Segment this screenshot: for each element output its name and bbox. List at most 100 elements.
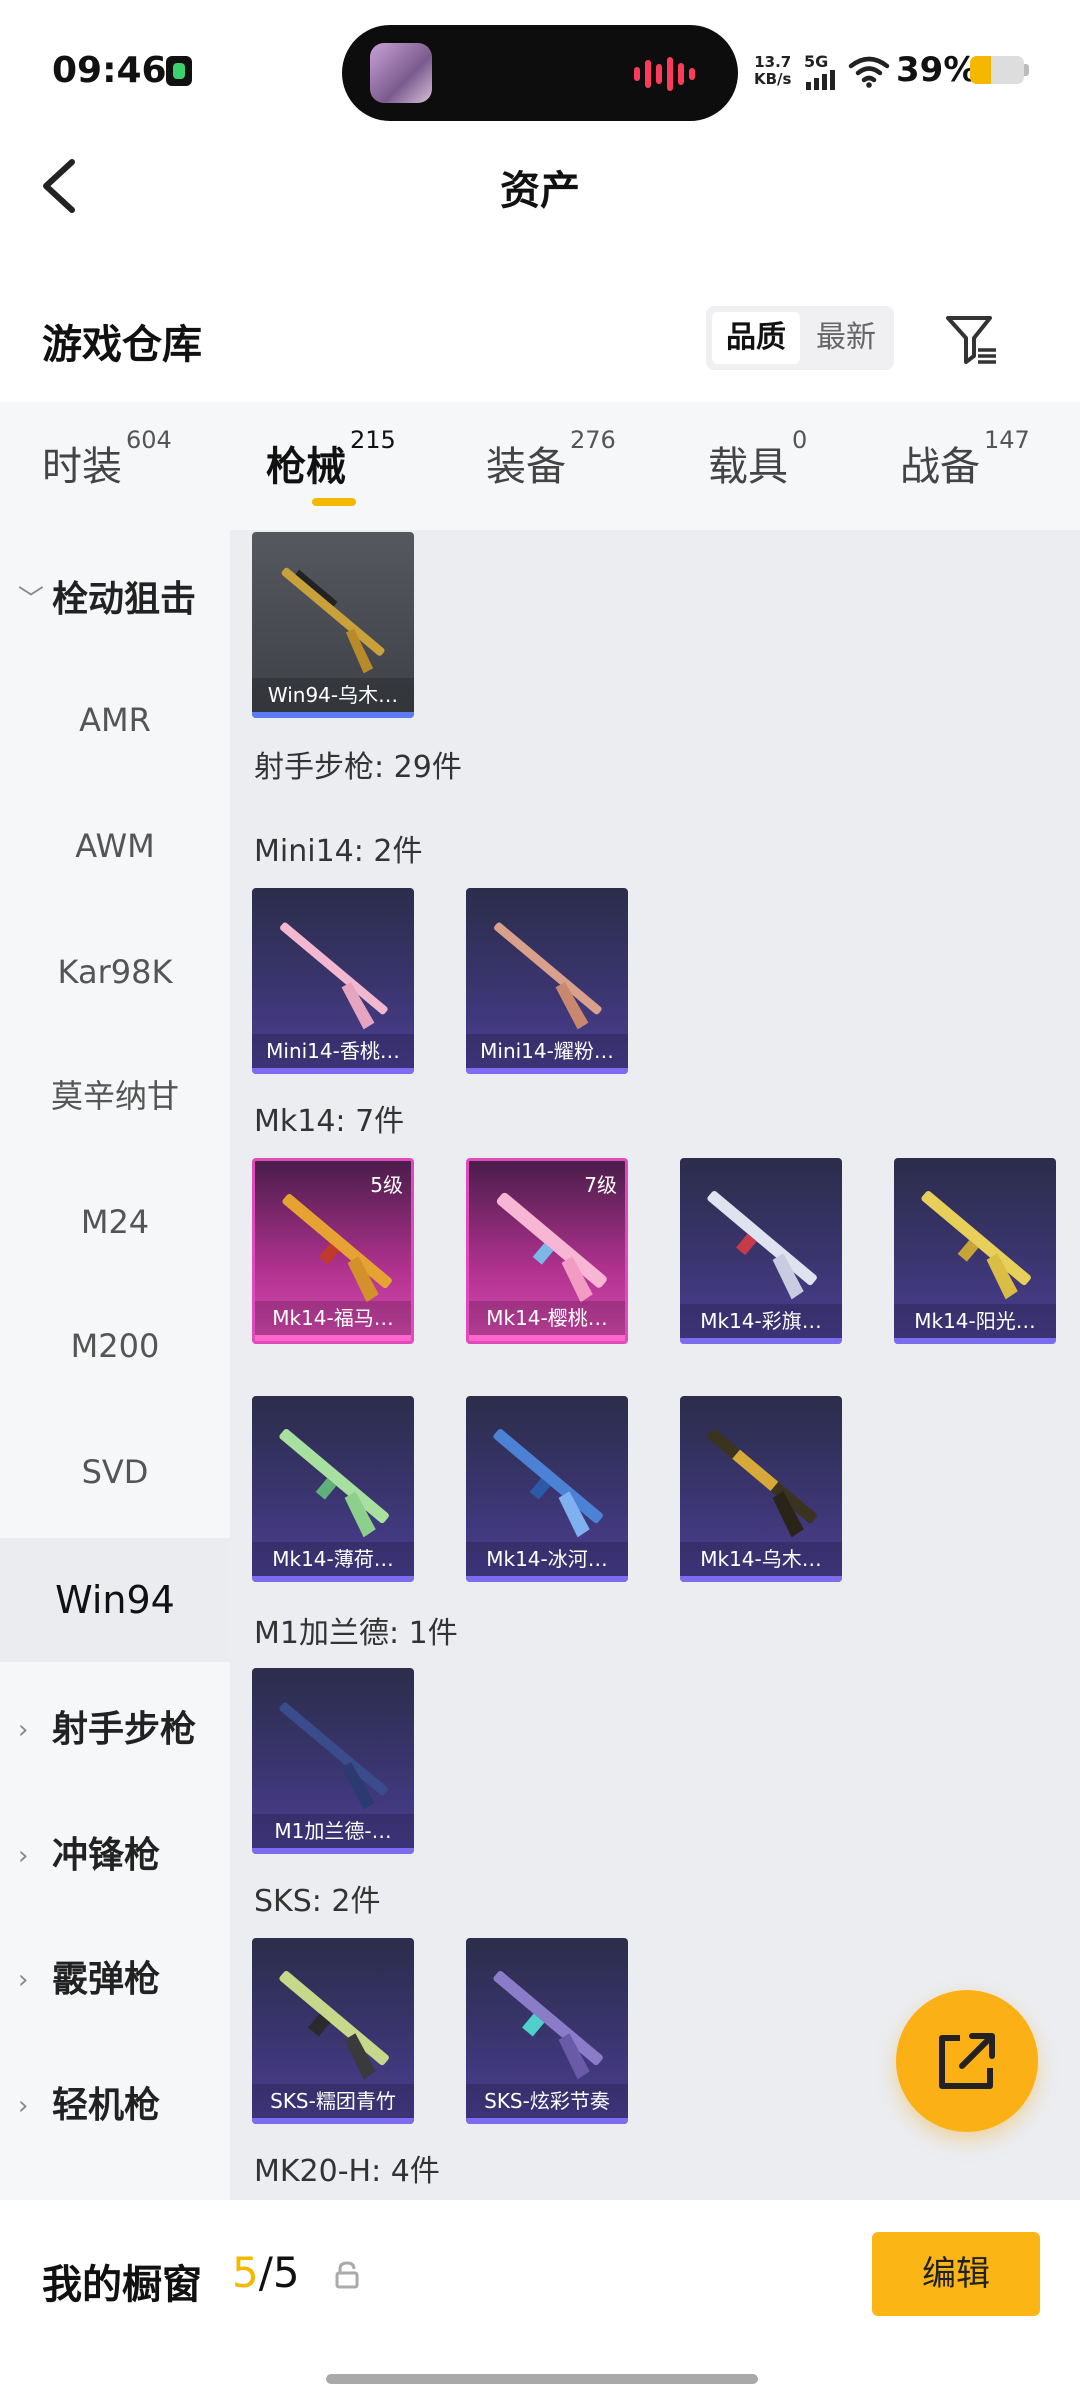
tab-equipment[interactable]: 装备276 (486, 426, 616, 492)
sidebar-item-mosin[interactable]: 莫辛纳甘 (0, 1066, 230, 1126)
section-title-mk20h: MK20-H: 4件 (254, 2154, 440, 2189)
item-label: M1加兰德-… (252, 1814, 414, 1848)
rifle-icon (707, 1190, 817, 1300)
item-grid[interactable]: Win94-乌木… 射手步枪: 29件 Mini14: 2件 Mini14-香桃… (230, 530, 1080, 2200)
showcase-label: 我的橱窗 (42, 2262, 202, 2308)
showcase-count-current: 5 (232, 2248, 259, 2297)
item-card-mk14-6[interactable]: Mk14-冰河… (466, 1396, 628, 1582)
tab-vehicles[interactable]: 载具0 (708, 426, 807, 492)
item-label: Mini14-香桃… (252, 1034, 414, 1068)
showcase-count: 5/5 (232, 2248, 300, 2297)
share-external-icon (939, 2033, 995, 2089)
battery-fill (970, 56, 992, 84)
item-card-mk14-7[interactable]: Mk14-乌木… (680, 1396, 842, 1582)
tab-guns[interactable]: 枪械215 (266, 426, 396, 492)
item-card-mk14-1[interactable]: 5级 Mk14-福马… (252, 1158, 414, 1344)
network-speed: 13.7 KB/s (754, 54, 791, 88)
sidebar-category-smg[interactable]: › 冲锋枪 (0, 1826, 230, 1886)
network-type: 5G (804, 52, 829, 71)
item-card-mk14-5[interactable]: Mk14-薄荷… (252, 1396, 414, 1582)
quality-strip (466, 1576, 628, 1582)
sidebar-item-m24[interactable]: M24 (0, 1192, 230, 1252)
tab-count: 215 (350, 426, 396, 454)
music-thumbnail (370, 43, 432, 103)
quality-strip (252, 1848, 414, 1854)
section-title-mk14: Mk14: 7件 (254, 1104, 405, 1139)
sidebar-category-shotgun[interactable]: › 霰弹枪 (0, 1950, 230, 2010)
sidebar-item-amr[interactable]: AMR (0, 690, 230, 750)
status-bar: 09:46 13.7 KB/s 5G 39% (0, 0, 1080, 130)
chevron-right-icon: › (18, 1841, 29, 1871)
sort-quality-option[interactable]: 品质 (712, 312, 800, 364)
tab-count: 147 (984, 426, 1030, 454)
quality-strip (252, 1068, 414, 1074)
sidebar-category-label: 射手步枪 (52, 1709, 197, 1750)
tab-label: 枪械 (266, 444, 346, 490)
sidebar-item-win94[interactable]: Win94 (0, 1538, 230, 1662)
quality-strip (252, 712, 414, 718)
quality-strip (680, 1576, 842, 1582)
home-indicator[interactable] (326, 2374, 758, 2384)
sidebar-category-bolt-sniper[interactable]: ﹀ 栓动狙击 (0, 570, 230, 630)
section-title-mini14: Mini14: 2件 (254, 834, 423, 869)
tab-count: 604 (126, 426, 172, 454)
sort-newest-option[interactable]: 最新 (802, 312, 890, 364)
rifle-icon (494, 922, 602, 1030)
status-time: 09:46 (52, 50, 167, 91)
item-card-mk14-4[interactable]: Mk14-阳光… (894, 1158, 1056, 1344)
audio-wave-icon (634, 57, 695, 91)
signal-icon (806, 70, 835, 90)
share-fab[interactable] (896, 1990, 1038, 2132)
filter-icon[interactable] (944, 312, 1000, 368)
tab-fashion[interactable]: 时装604 (42, 426, 172, 492)
wifi-icon (848, 56, 890, 88)
rifle-icon (496, 1192, 607, 1303)
sidebar-item-m200[interactable]: M200 (0, 1316, 230, 1376)
item-label: Mk14-阳光… (894, 1304, 1056, 1338)
tab-label: 载具 (708, 444, 788, 490)
tab-active-indicator (312, 498, 356, 506)
tab-label: 战备 (900, 444, 980, 490)
item-card-m1-garand[interactable]: M1加兰德-… (252, 1668, 414, 1854)
item-card-mini14-2[interactable]: Mini14-耀粉… (466, 888, 628, 1074)
edit-button[interactable]: 编辑 (872, 2232, 1040, 2316)
item-label: Mk14-薄荷… (252, 1542, 414, 1576)
rifle-icon (279, 1702, 388, 1810)
quality-strip (466, 2118, 628, 2124)
sidebar-category-dmr[interactable]: › 射手步枪 (0, 1700, 230, 1760)
battery-percent: 39% (896, 50, 978, 90)
quality-strip (469, 1335, 625, 1341)
rifle-icon (707, 1428, 817, 1538)
warehouse-title: 游戏仓库 (42, 322, 202, 368)
quality-strip (252, 2118, 414, 2124)
sidebar-item-svd[interactable]: SVD (0, 1442, 230, 1502)
app-notification-icon (166, 56, 192, 86)
item-card-sks-2[interactable]: SKS-炫彩节奏 (466, 1938, 628, 2124)
tab-combat-supplies[interactable]: 战备147 (900, 426, 1030, 492)
quality-strip (680, 1338, 842, 1344)
sidebar: ﹀ 栓动狙击 AMR AWM Kar98K 莫辛纳甘 M24 M200 SVD W… (0, 530, 230, 2200)
section-title-sks: SKS: 2件 (254, 1884, 381, 1919)
sidebar-category-lmg[interactable]: › 轻机枪 (0, 2076, 230, 2136)
sidebar-category-label: 冲锋枪 (52, 1835, 161, 1876)
quality-strip (255, 1335, 411, 1341)
item-label: Mk14-彩旗… (680, 1304, 842, 1338)
item-card-sks-1[interactable]: SKS-糯团青竹 (252, 1938, 414, 2124)
speed-unit: KB/s (754, 70, 792, 88)
quality-strip (466, 1068, 628, 1074)
section-title-m1-garand: M1加兰德: 1件 (254, 1616, 458, 1651)
item-label: Mk14-冰河… (466, 1542, 628, 1576)
item-card-mk14-3[interactable]: Mk14-彩旗… (680, 1158, 842, 1344)
lock-icon (335, 2261, 359, 2289)
sidebar-item-kar98k[interactable]: Kar98K (0, 942, 230, 1002)
dynamic-island[interactable] (342, 25, 738, 121)
sidebar-item-awm[interactable]: AWM (0, 816, 230, 876)
page-title: 资产 (500, 168, 580, 214)
quality-strip (894, 1338, 1056, 1344)
sidebar-category-label: 轻机枪 (52, 2085, 161, 2126)
item-card-mk14-2[interactable]: 7级 Mk14-樱桃… (466, 1158, 628, 1344)
chevron-right-icon: › (18, 1965, 29, 1995)
item-card-mini14-1[interactable]: Mini14-香桃… (252, 888, 414, 1074)
rifle-icon (921, 1190, 1031, 1300)
item-card-win94[interactable]: Win94-乌木… (252, 532, 414, 718)
